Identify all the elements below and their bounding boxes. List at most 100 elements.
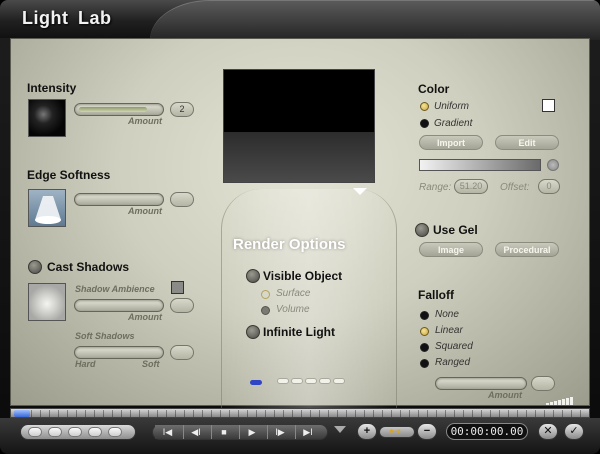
infinite-light-toggle[interactable] bbox=[246, 325, 260, 339]
soft-shadows-slider[interactable] bbox=[74, 346, 164, 359]
title-bar[interactable]: Light Lab bbox=[0, 0, 600, 40]
edge-softness-amount-label: Amount bbox=[128, 206, 162, 216]
key-slot[interactable] bbox=[48, 427, 62, 437]
key-slot[interactable] bbox=[108, 427, 122, 437]
shadow-color-swatch[interactable] bbox=[171, 281, 184, 294]
key-slot[interactable] bbox=[28, 427, 42, 437]
falloff-squared-radio[interactable] bbox=[420, 343, 429, 352]
edge-softness-value-box[interactable] bbox=[170, 192, 194, 207]
falloff-linear-radio[interactable] bbox=[420, 327, 429, 336]
first-frame-button[interactable]: I◀ bbox=[155, 425, 180, 439]
timeline-playhead[interactable] bbox=[14, 410, 30, 417]
gradient-radio[interactable] bbox=[420, 119, 429, 128]
cast-shadows-toggle[interactable] bbox=[28, 260, 42, 274]
intensity-slider[interactable] bbox=[74, 103, 164, 116]
volume-radio[interactable] bbox=[261, 306, 270, 315]
gradient-knob[interactable] bbox=[547, 159, 559, 171]
preset-slot[interactable] bbox=[333, 378, 345, 384]
resize-grip-icon[interactable] bbox=[546, 397, 573, 405]
falloff-amount-slider[interactable] bbox=[435, 377, 527, 390]
edit-button[interactable]: Edit bbox=[495, 135, 559, 150]
falloff-squared-label: Squared bbox=[435, 341, 473, 352]
gradient-label: Gradient bbox=[434, 118, 473, 129]
visible-object-toggle[interactable] bbox=[246, 269, 260, 283]
falloff-ranged-radio[interactable] bbox=[420, 359, 429, 368]
key-slot[interactable] bbox=[88, 427, 102, 437]
center-lane bbox=[221, 189, 397, 443]
color-swatch[interactable] bbox=[542, 99, 555, 112]
falloff-label: Falloff bbox=[418, 288, 454, 302]
edge-softness-preview-thumb bbox=[28, 189, 66, 227]
shadow-ambience-label: Shadow Ambience bbox=[75, 284, 155, 294]
timeline-ticks bbox=[31, 410, 585, 417]
shadow-ambience-value-box[interactable] bbox=[170, 298, 194, 313]
page-indicator-active[interactable] bbox=[250, 380, 262, 385]
prev-frame-button[interactable]: ◀I bbox=[183, 425, 208, 439]
close-button[interactable]: ✕ bbox=[538, 423, 558, 440]
intensity-label: Intensity bbox=[27, 81, 77, 95]
offset-value-box[interactable]: 0 bbox=[538, 179, 560, 194]
light-preview-viewport[interactable] bbox=[223, 69, 375, 183]
edge-softness-label: Edge Softness bbox=[27, 168, 111, 182]
render-options-title: Render Options bbox=[233, 236, 346, 253]
preview-dropdown-icon[interactable] bbox=[353, 188, 367, 195]
use-gel-label: Use Gel bbox=[433, 223, 478, 237]
surface-label: Surface bbox=[276, 288, 311, 299]
color-label: Color bbox=[418, 82, 450, 96]
title-bar-curve bbox=[150, 0, 600, 40]
gradient-preview-bar[interactable] bbox=[419, 159, 541, 171]
visible-object-label: Visible Object bbox=[263, 269, 343, 283]
confirm-button[interactable]: ✓ bbox=[564, 423, 584, 440]
preview-ground bbox=[224, 131, 374, 182]
soft-shadows-label: Soft Shadows bbox=[75, 331, 135, 341]
preset-slot[interactable] bbox=[291, 378, 303, 384]
offset-label: Offset: bbox=[500, 182, 530, 193]
key-slot[interactable] bbox=[68, 427, 82, 437]
shadow-ambience-amount-label: Amount bbox=[128, 312, 162, 322]
preset-slot[interactable] bbox=[277, 378, 289, 384]
last-frame-button[interactable]: ▶I bbox=[295, 425, 320, 439]
next-frame-button[interactable]: I▶ bbox=[267, 425, 292, 439]
preview-sky bbox=[224, 70, 374, 132]
intensity-value-box[interactable]: 2 bbox=[170, 102, 194, 117]
falloff-none-label: None bbox=[435, 309, 459, 320]
uniform-label: Uniform bbox=[434, 101, 470, 112]
shadow-ambience-slider[interactable] bbox=[74, 299, 164, 312]
range-value-box[interactable]: 51.20 bbox=[454, 179, 488, 194]
uniform-radio[interactable] bbox=[420, 102, 429, 111]
falloff-value-box[interactable] bbox=[531, 376, 555, 391]
preset-slot[interactable] bbox=[319, 378, 331, 384]
import-button[interactable]: Import bbox=[419, 135, 483, 150]
remove-key-button[interactable]: − bbox=[417, 423, 437, 440]
main-panel: Intensity 2 Amount Edge Softness Amount … bbox=[10, 38, 590, 443]
timeline-scrubber[interactable] bbox=[10, 408, 590, 418]
preset-slot[interactable] bbox=[305, 378, 317, 384]
gel-image-button[interactable]: Image bbox=[419, 242, 483, 257]
volume-label: Volume bbox=[276, 304, 310, 315]
range-label: Range: bbox=[419, 182, 452, 193]
cast-shadows-label: Cast Shadows bbox=[47, 260, 130, 274]
shadow-preview-thumb bbox=[28, 283, 66, 321]
gel-procedural-button[interactable]: Procedural bbox=[495, 242, 559, 257]
intensity-preview-thumb bbox=[28, 99, 66, 137]
use-gel-toggle[interactable] bbox=[415, 223, 429, 237]
stop-button[interactable]: ■ bbox=[211, 425, 236, 439]
key-icon: ⊷ bbox=[389, 424, 401, 438]
infinite-light-label: Infinite Light bbox=[263, 325, 335, 339]
light-lab-window: Light Lab Intensity 2 Amount Edge Softne… bbox=[0, 0, 600, 454]
soft-shadows-value-box[interactable] bbox=[170, 345, 194, 360]
falloff-ranged-label: Ranged bbox=[435, 357, 471, 368]
surface-radio[interactable] bbox=[261, 290, 270, 299]
intensity-amount-label: Amount bbox=[128, 116, 162, 126]
soft-label: Soft bbox=[142, 359, 160, 369]
transport-menu-icon[interactable] bbox=[334, 426, 346, 433]
falloff-none-radio[interactable] bbox=[420, 311, 429, 320]
key-icon-button[interactable]: ⊷ bbox=[379, 424, 415, 438]
falloff-linear-label: Linear bbox=[435, 325, 463, 336]
intensity-slider-fill bbox=[79, 107, 147, 112]
edge-softness-slider[interactable] bbox=[74, 193, 164, 206]
timecode-display: 00:00:00.00 bbox=[446, 423, 528, 440]
add-key-button[interactable]: + bbox=[357, 423, 377, 440]
play-button[interactable]: ▶ bbox=[239, 425, 264, 439]
hard-label: Hard bbox=[75, 359, 96, 369]
